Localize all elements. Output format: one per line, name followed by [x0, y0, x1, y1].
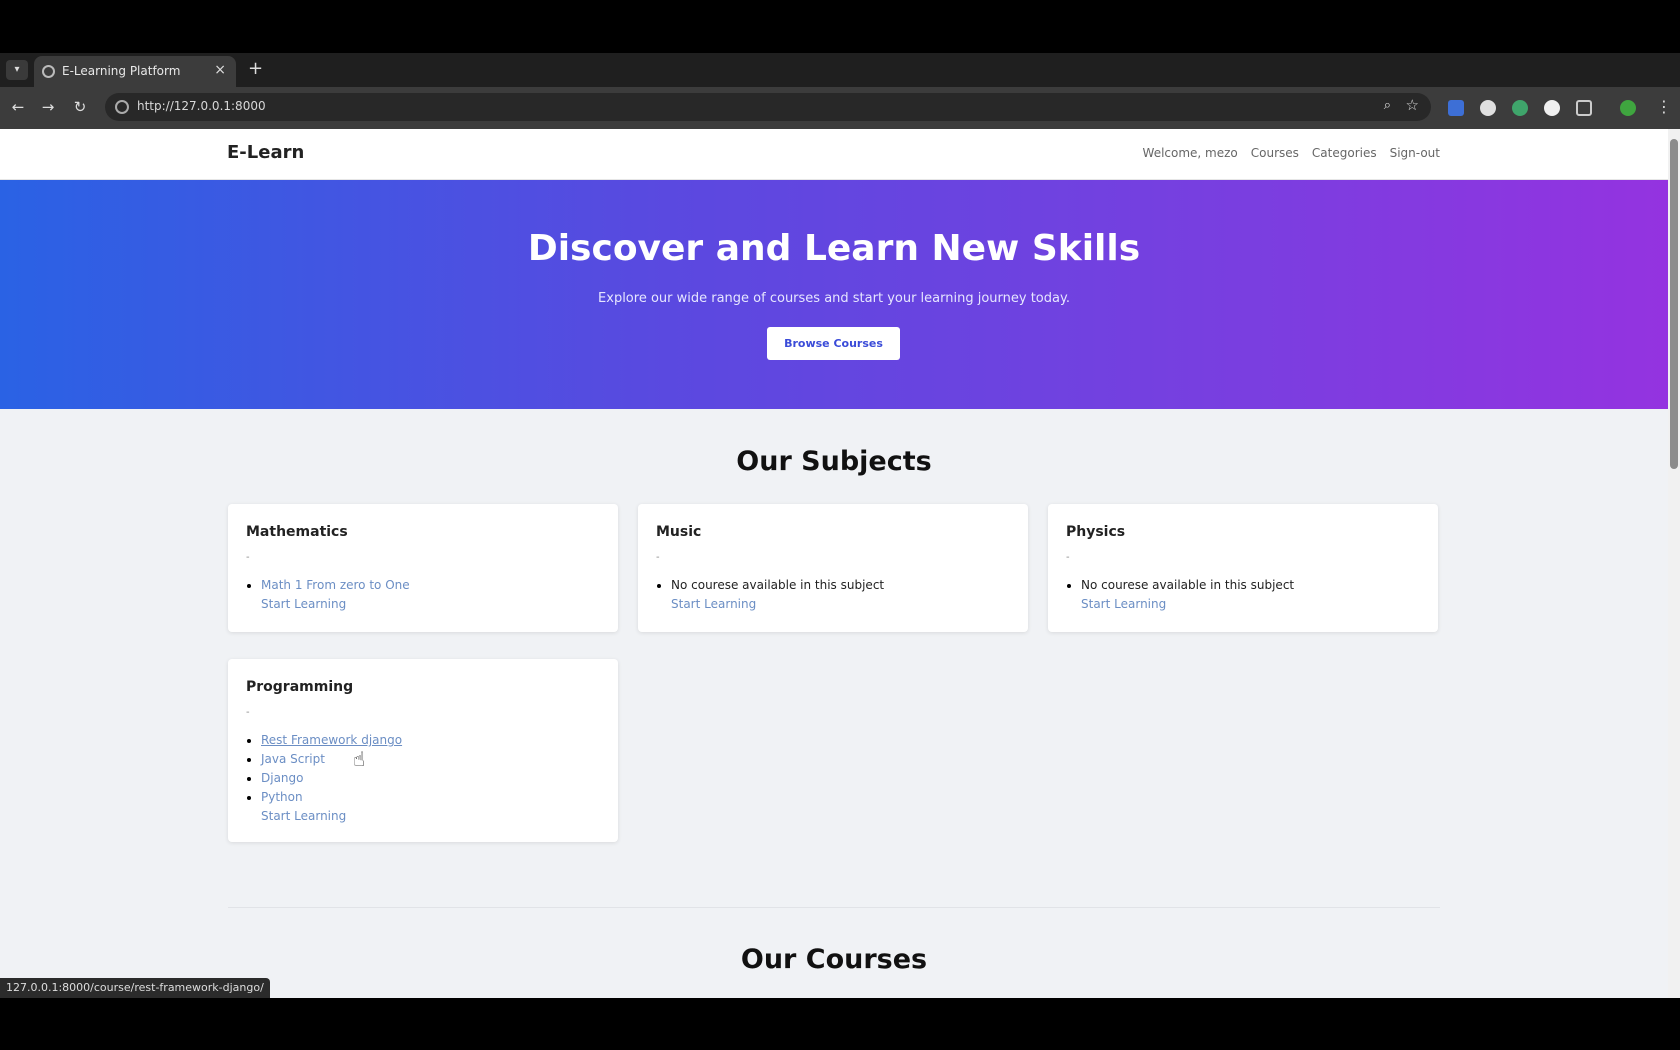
hand-cursor-icon: ☝ — [353, 747, 366, 771]
screen: ▾ E-Learning Platform × + ← → ↻ http://1… — [0, 0, 1680, 1050]
new-tab-button[interactable]: + — [248, 58, 263, 79]
tab-title: E-Learning Platform — [62, 64, 181, 78]
subject-description: - — [246, 707, 250, 718]
start-learning-link[interactable]: Start Learning — [656, 595, 1010, 614]
no-course-message: No courese available in this subject — [1081, 578, 1295, 592]
extension-icon[interactable] — [1480, 100, 1496, 116]
site-brand[interactable]: E-Learn — [227, 142, 304, 163]
hero-subtitle: Explore our wide range of courses and st… — [598, 291, 1070, 306]
extension-icon[interactable] — [1544, 100, 1560, 116]
subject-description: - — [1066, 552, 1070, 563]
page-viewport: E-Learn Welcome, mezo Courses Categories… — [0, 129, 1668, 998]
course-list: No courese available in this subject — [656, 576, 1010, 595]
nav-links: Welcome, mezo Courses Categories Sign-ou… — [1143, 146, 1440, 160]
forward-icon[interactable]: → — [38, 98, 58, 116]
subject-title: Programming — [246, 679, 354, 695]
subject-description: - — [656, 552, 660, 563]
site-info-icon[interactable] — [115, 100, 129, 114]
back-icon[interactable]: ← — [8, 98, 28, 116]
course-link[interactable]: Python — [261, 790, 303, 804]
subject-title: Mathematics — [246, 524, 348, 540]
link-status-bar: 127.0.0.1:8000/course/rest-framework-dja… — [0, 978, 270, 998]
page-scrollbar[interactable] — [1668, 129, 1680, 998]
address-bar[interactable]: http://127.0.0.1:8000 ⌕ ☆ — [105, 93, 1431, 121]
section-divider — [228, 907, 1440, 908]
nav-link-signout[interactable]: Sign-out — [1390, 146, 1440, 160]
zoom-icon[interactable]: ⌕ — [1384, 98, 1391, 113]
course-link[interactable]: Java Script — [261, 752, 325, 766]
subject-card: Programming - Rest Framework django Java… — [228, 659, 618, 842]
menu-kebab-icon[interactable]: ⋮ — [1656, 97, 1672, 116]
course-list: Rest Framework django Java Script Django… — [246, 731, 600, 807]
course-link[interactable]: Math 1 From zero to One — [261, 578, 410, 592]
course-list: Math 1 From zero to One — [246, 576, 600, 595]
course-link[interactable]: Rest Framework django — [261, 733, 402, 747]
start-learning-link[interactable]: Start Learning — [246, 595, 600, 614]
browse-courses-button[interactable]: Browse Courses — [767, 327, 900, 360]
browser-toolbar: ← → ↻ http://127.0.0.1:8000 ⌕ ☆ ⋮ — [0, 87, 1680, 129]
no-course-message: No courese available in this subject — [671, 578, 885, 592]
subject-card: Mathematics - Math 1 From zero to One St… — [228, 504, 618, 632]
nav-welcome: Welcome, mezo — [1142, 146, 1238, 160]
nav-link-courses[interactable]: Courses — [1251, 146, 1299, 160]
scrollbar-thumb[interactable] — [1670, 139, 1678, 469]
subject-title: Physics — [1066, 524, 1126, 540]
extensions-puzzle-icon[interactable] — [1576, 100, 1592, 116]
hero-banner: Discover and Learn New Skills Explore ou… — [0, 180, 1668, 409]
profile-avatar[interactable] — [1620, 100, 1636, 116]
extension-icon[interactable] — [1448, 100, 1464, 116]
subject-description: - — [246, 552, 250, 563]
start-learning-link[interactable]: Start Learning — [246, 807, 600, 826]
nav-link-categories[interactable]: Categories — [1312, 146, 1377, 160]
bookmark-star-icon[interactable]: ☆ — [1406, 96, 1419, 114]
reload-icon[interactable]: ↻ — [70, 98, 90, 116]
globe-icon — [42, 65, 55, 78]
start-learning-link[interactable]: Start Learning — [1066, 595, 1420, 614]
courses-heading: Our Courses — [740, 944, 928, 975]
tab-search-button[interactable]: ▾ — [6, 60, 28, 80]
subject-card: Physics - No courese available in this s… — [1048, 504, 1438, 632]
address-url: http://127.0.0.1:8000 — [137, 99, 266, 113]
course-list: No courese available in this subject — [1066, 576, 1420, 595]
browser-tab[interactable]: E-Learning Platform × — [34, 56, 236, 87]
hero-title: Discover and Learn New Skills — [527, 228, 1141, 269]
subject-title: Music — [656, 524, 702, 540]
course-link[interactable]: Django — [261, 771, 304, 785]
close-icon[interactable]: × — [214, 62, 226, 78]
site-navbar: E-Learn Welcome, mezo Courses Categories… — [0, 129, 1668, 180]
browser-tab-bar: ▾ E-Learning Platform × + — [0, 53, 1680, 87]
extension-icon[interactable] — [1512, 100, 1528, 116]
subjects-heading: Our Subjects — [736, 446, 932, 477]
subject-card: Music - No courese available in this sub… — [638, 504, 1028, 632]
